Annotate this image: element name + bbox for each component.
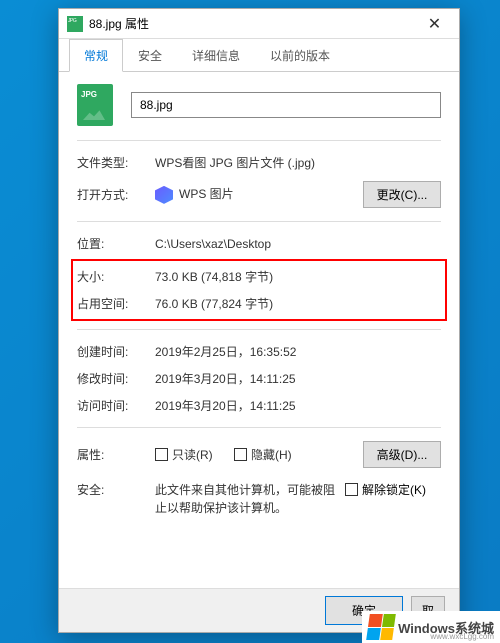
location-value: C:\Users\xaz\Desktop	[155, 237, 441, 251]
attributes-label: 属性:	[77, 446, 155, 463]
row-size: 大小: 73.0 KB (74,818 字节)	[77, 263, 441, 290]
readonly-checkbox[interactable]: 只读(R)	[155, 446, 213, 463]
highlight-annotation: 大小: 73.0 KB (74,818 字节) 占用空间: 76.0 KB (7…	[71, 259, 447, 321]
tab-previous-versions[interactable]: 以前的版本	[255, 39, 345, 72]
properties-dialog: 88.jpg 属性 ✕ 常规 安全 详细信息 以前的版本 88.jpg 文件类型…	[58, 8, 460, 633]
security-label: 安全:	[77, 481, 155, 498]
accessed-label: 访问时间:	[77, 397, 155, 414]
tab-general[interactable]: 常规	[69, 39, 123, 72]
row-modified: 修改时间: 2019年3月20日，14:11:25	[77, 365, 441, 392]
filename-input[interactable]: 88.jpg	[131, 92, 441, 118]
close-icon: ✕	[428, 14, 441, 34]
row-location: 位置: C:\Users\xaz\Desktop	[77, 230, 441, 257]
hidden-checkbox[interactable]: 隐藏(H)	[234, 446, 292, 463]
close-button[interactable]: ✕	[412, 10, 457, 38]
checkbox-icon	[234, 448, 247, 461]
window-title: 88.jpg 属性	[89, 15, 412, 32]
checkbox-icon	[345, 483, 358, 496]
opens-with-value: WPS 图片	[155, 185, 363, 204]
size-on-disk-label: 占用空间:	[77, 295, 155, 312]
row-created: 创建时间: 2019年2月25日，16:35:52	[77, 338, 441, 365]
opens-with-label: 打开方式:	[77, 186, 155, 203]
row-size-on-disk: 占用空间: 76.0 KB (77,824 字节)	[77, 290, 441, 317]
tab-content: 88.jpg 文件类型: WPS看图 JPG 图片文件 (.jpg) 打开方式:…	[59, 72, 459, 534]
accessed-value: 2019年3月20日，14:11:25	[155, 397, 441, 414]
separator	[77, 221, 441, 222]
row-opens-with: 打开方式: WPS 图片 更改(C)...	[77, 176, 441, 213]
row-attributes: 属性: 只读(R) 隐藏(H) 高级(D)...	[77, 436, 441, 473]
change-button[interactable]: 更改(C)...	[363, 181, 441, 208]
size-value: 73.0 KB (74,818 字节)	[155, 268, 441, 285]
row-security: 安全: 此文件来自其他计算机，可能被阻止以帮助保护该计算机。 解除锁定(K)	[77, 473, 441, 522]
tab-details[interactable]: 详细信息	[177, 39, 255, 72]
attributes-value: 只读(R) 隐藏(H)	[155, 446, 363, 464]
created-label: 创建时间:	[77, 343, 155, 360]
filetype-label: 文件类型:	[77, 154, 155, 171]
size-on-disk-value: 76.0 KB (77,824 字节)	[155, 295, 441, 312]
watermark-url: www.wxcLgg.com	[430, 632, 494, 641]
separator	[77, 329, 441, 330]
location-label: 位置:	[77, 235, 155, 252]
file-large-icon	[77, 84, 113, 126]
separator	[77, 140, 441, 141]
tab-security[interactable]: 安全	[123, 39, 177, 72]
modified-value: 2019年3月20日，14:11:25	[155, 370, 441, 387]
modified-label: 修改时间:	[77, 370, 155, 387]
tab-bar: 常规 安全 详细信息 以前的版本	[59, 39, 459, 72]
row-filetype: 文件类型: WPS看图 JPG 图片文件 (.jpg)	[77, 149, 441, 176]
checkbox-icon	[155, 448, 168, 461]
filetype-value: WPS看图 JPG 图片文件 (.jpg)	[155, 154, 441, 171]
jpg-file-icon	[67, 16, 83, 32]
windows-logo-icon	[366, 614, 396, 640]
row-accessed: 访问时间: 2019年3月20日，14:11:25	[77, 392, 441, 419]
security-text: 此文件来自其他计算机，可能被阻止以帮助保护该计算机。	[155, 481, 345, 517]
advanced-button[interactable]: 高级(D)...	[363, 441, 441, 468]
separator	[77, 427, 441, 428]
unblock-checkbox[interactable]: 解除锁定(K)	[345, 481, 426, 498]
wps-app-icon	[155, 186, 173, 204]
file-header: 88.jpg	[77, 84, 441, 126]
created-value: 2019年2月25日，16:35:52	[155, 343, 441, 360]
titlebar: 88.jpg 属性 ✕	[59, 9, 459, 39]
size-label: 大小:	[77, 268, 155, 285]
